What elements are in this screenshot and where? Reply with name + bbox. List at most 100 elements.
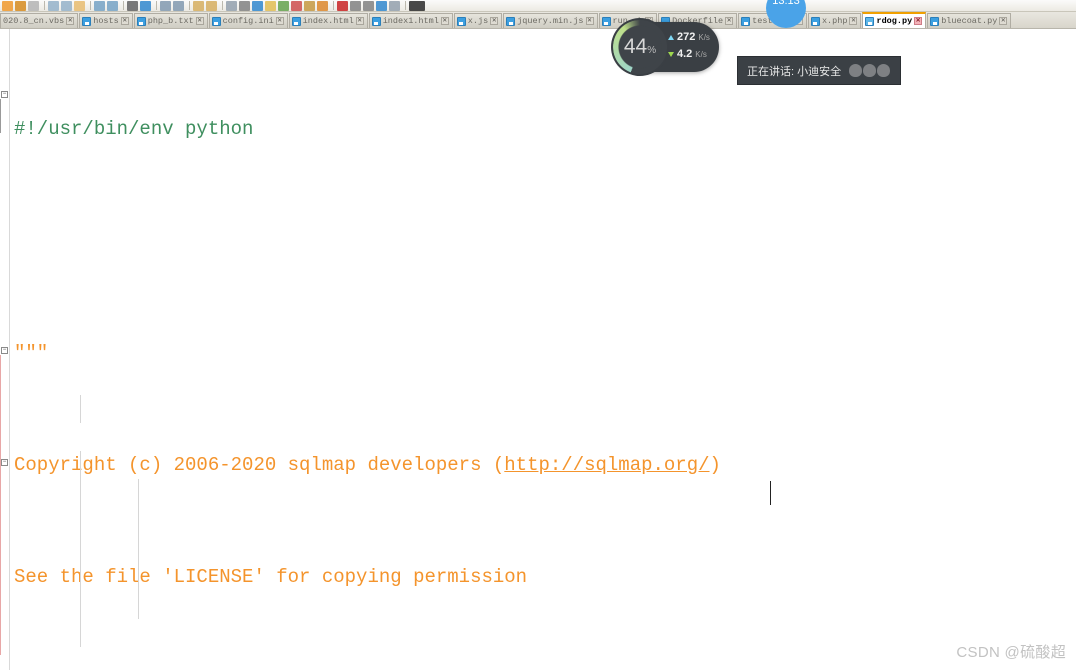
code-token-docstring-open: """ [14,342,49,364]
tab-bluecoat-py[interactable]: bluecoat.py ✕ [927,13,1012,28]
cut-icon[interactable] [48,0,59,11]
close-icon[interactable]: ✕ [440,17,449,25]
close-icon[interactable]: ✕ [66,17,75,25]
save-state-icon [741,16,751,26]
folder-workspace-icon[interactable] [317,0,328,11]
zoom-in-icon[interactable] [160,0,171,11]
close-icon[interactable]: ✕ [275,17,284,25]
toolbar-separator [189,1,190,10]
show-all-icon[interactable] [265,0,276,11]
print-icon[interactable] [28,0,39,11]
toolbar-separator [44,1,45,10]
save-state-icon [810,16,820,26]
close-icon[interactable]: ✕ [725,17,734,25]
fold-toggle-if[interactable]: − [1,459,8,466]
sync-scroll-icon[interactable] [193,0,204,11]
code-text-area[interactable]: #!/usr/bin/env python """ Copyright (c) … [10,29,1076,670]
speaking-banner: 正在讲话: 小迪安全 [737,56,901,85]
csdn-watermark: CSDN @硫酸超 [956,644,1066,661]
tab-config-ini[interactable]: config.ini ✕ [208,13,288,28]
arrow-down-icon [668,52,674,57]
tab-index1-html[interactable]: index1.html ✕ [368,13,453,28]
tab-x-js[interactable]: x.js ✕ [453,13,503,28]
fold-toggle-function[interactable]: − [1,347,8,354]
close-icon[interactable]: ✕ [585,17,594,25]
save-state-icon [82,16,92,26]
tab-index-html[interactable]: index.html ✕ [288,13,368,28]
tab-label: x.js [467,16,489,26]
toolbar-separator [90,1,91,10]
code-editor[interactable]: − − − #!/usr/bin/env python """ Copyrigh… [0,29,1076,670]
speaker-avatar [849,64,891,77]
word-wrap-icon[interactable] [226,0,237,11]
usage-percent-unit: % [647,45,657,56]
find-icon[interactable] [127,0,138,11]
close-icon[interactable]: ✕ [355,17,364,25]
replace-icon[interactable] [140,0,151,11]
tab-label: index1.html [382,16,439,26]
code-line: """ [14,339,1076,367]
save-state-icon [456,16,466,26]
tab-label: rdog.py [876,16,913,26]
tab-x-php[interactable]: x.php ✕ [807,13,862,28]
zoom-out-icon[interactable] [173,0,184,11]
close-icon[interactable]: ✕ [490,17,499,25]
cpu-usage-dial: 44% [613,20,667,74]
save-macro-icon[interactable] [389,0,400,11]
doc-map-icon[interactable] [278,0,289,11]
run-icon[interactable] [409,0,425,11]
tab-label: bluecoat.py [941,16,998,26]
tab-020-8-cn-vbs[interactable]: 020.8_cn.vbs ✕ [0,13,79,28]
close-icon[interactable]: ✕ [914,17,923,25]
undo-icon[interactable] [94,0,105,11]
fold-gutter[interactable]: − − − [0,29,10,670]
open-file-icon[interactable] [15,0,26,11]
save-state-icon [136,16,146,26]
function-list-icon[interactable] [304,0,315,11]
close-icon[interactable]: ✕ [120,17,129,25]
toolbar-separator [405,1,406,10]
save-state-icon [291,16,301,26]
redo-icon[interactable] [107,0,118,11]
arrow-up-icon [668,35,674,40]
tab-label: php_b.txt [147,16,194,26]
paste-icon[interactable] [74,0,85,11]
toolbar [0,0,1076,12]
tab-jquery-min-js[interactable]: jquery.min.js ✕ [503,13,598,28]
save-state-icon [601,16,611,26]
tab-label: hosts [93,16,119,26]
stop-macro-icon[interactable] [350,0,361,11]
indent-guide-icon[interactable] [252,0,263,11]
network-rates: 272 K/s 4.2 K/s [668,29,710,63]
code-line: Copyright (c) 2006-2020 sqlmap developer… [14,451,1076,479]
download-rate-unit: K/s [695,50,707,59]
run-macro-icon[interactable] [376,0,387,11]
show-symbol-icon[interactable] [239,0,250,11]
download-rate-value: 4.2 [677,48,693,60]
copy-icon[interactable] [61,0,72,11]
sqlmap-url-link[interactable]: http://sqlmap.org/ [504,454,709,476]
tab-rdog-py[interactable]: rdog.py ✕ [862,12,927,28]
code-token-comment: #!/usr/bin/env python [14,118,254,140]
sync-vscroll-icon[interactable] [206,0,217,11]
fold-range-function [0,355,1,655]
new-file-icon[interactable] [2,0,13,11]
speaking-banner-label: 正在讲话: 小迪安全 [747,65,842,78]
avatar-blob [863,64,877,77]
close-icon[interactable]: ✕ [849,17,858,25]
toolbar-separator [123,1,124,10]
upload-rate-value: 272 [677,31,696,43]
play-macro-icon[interactable] [363,0,374,11]
user-lang-icon[interactable] [291,0,302,11]
network-speed-widget[interactable]: 44% 272 K/s 4.2 K/s [613,20,719,74]
close-icon[interactable]: ✕ [195,17,204,25]
tab-hosts[interactable]: hosts ✕ [79,13,133,28]
indent-guide [138,479,139,619]
close-icon[interactable]: ✕ [999,17,1008,25]
tab-bar[interactable]: 020.8_cn.vbs ✕ hosts ✕ php_b.txt ✕ config.ini ✕… [0,12,1076,29]
fold-toggle-docstring[interactable]: − [1,91,8,98]
tab-php-b-txt[interactable]: php_b.txt ✕ [133,13,208,28]
record-macro-icon[interactable] [337,0,348,11]
save-state-icon [371,16,381,26]
